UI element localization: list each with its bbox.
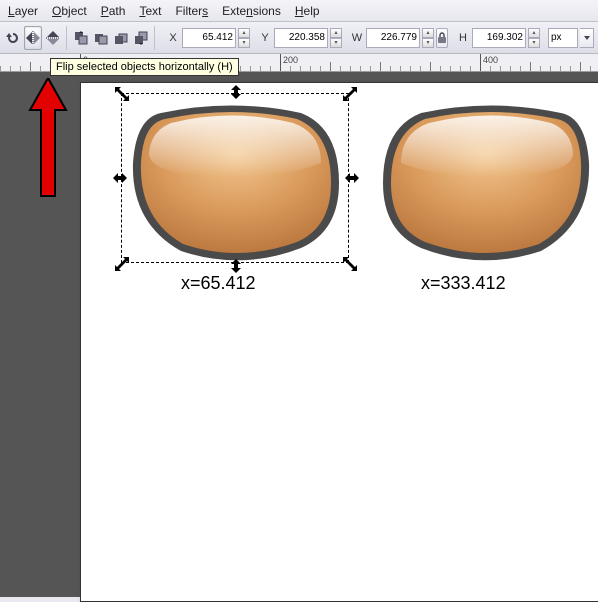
selection-handle-ne[interactable] [343,87,357,101]
canvas-area[interactable]: x=65.412 [0,72,598,597]
x-label: X [166,32,180,44]
h-label: H [456,32,470,44]
tooltip: Flip selected objects horizontally (H) [50,58,239,76]
menu-filters[interactable]: Filters [175,4,208,18]
menu-help[interactable]: Help [295,4,320,18]
left-lens-coord-text: x=65.412 [181,273,256,294]
lock-aspect-button[interactable] [436,28,448,48]
y-label: Y [258,32,272,44]
menu-object[interactable]: Object [52,4,87,18]
w-spinner[interactable]: ▴▾ [422,28,434,48]
rotate-ccw-button[interactable] [4,26,22,50]
w-label: W [350,32,364,44]
selection-handle-sw[interactable] [115,257,129,271]
h-spinner[interactable]: ▴▾ [528,28,540,48]
right-lens[interactable] [371,93,598,276]
y-spinner[interactable]: ▴▾ [330,28,342,48]
menu-text[interactable]: Text [139,4,161,18]
left-lens[interactable] [121,93,351,276]
separator [154,26,156,50]
menu-layer[interactable]: Layer [8,4,38,18]
selection-handle-nw[interactable] [115,87,129,101]
h-input[interactable] [472,28,526,48]
menu-bar: Layer Object Path Text Filters Extension… [0,0,598,22]
unit-dropdown-icon[interactable] [580,28,594,48]
selection-handle-se[interactable] [343,257,357,271]
x-spinner[interactable]: ▴▾ [238,28,250,48]
flip-vertical-button[interactable] [44,26,62,50]
right-lens-coord-text: x=333.412 [421,273,506,294]
raise-to-top-button[interactable] [72,26,90,50]
annotation-arrow [28,78,68,201]
lower-to-bottom-button[interactable] [132,26,150,50]
menu-extensions[interactable]: Extensions [222,4,281,18]
separator [66,26,68,50]
x-input[interactable] [182,28,236,48]
options-toolbar: X ▴▾ Y ▴▾ W ▴▾ H ▴▾ px [0,22,598,54]
selection-handle-w[interactable] [113,171,127,185]
unit-select[interactable]: px [548,28,578,48]
page: x=65.412 [80,82,598,602]
menu-path[interactable]: Path [101,4,126,18]
w-input[interactable] [366,28,420,48]
selection-handle-e[interactable] [345,171,359,185]
y-input[interactable] [274,28,328,48]
raise-button[interactable] [92,26,110,50]
lower-button[interactable] [112,26,130,50]
selection-handle-n[interactable] [229,85,243,99]
flip-horizontal-button[interactable] [24,26,42,50]
selection-handle-s[interactable] [229,259,243,273]
